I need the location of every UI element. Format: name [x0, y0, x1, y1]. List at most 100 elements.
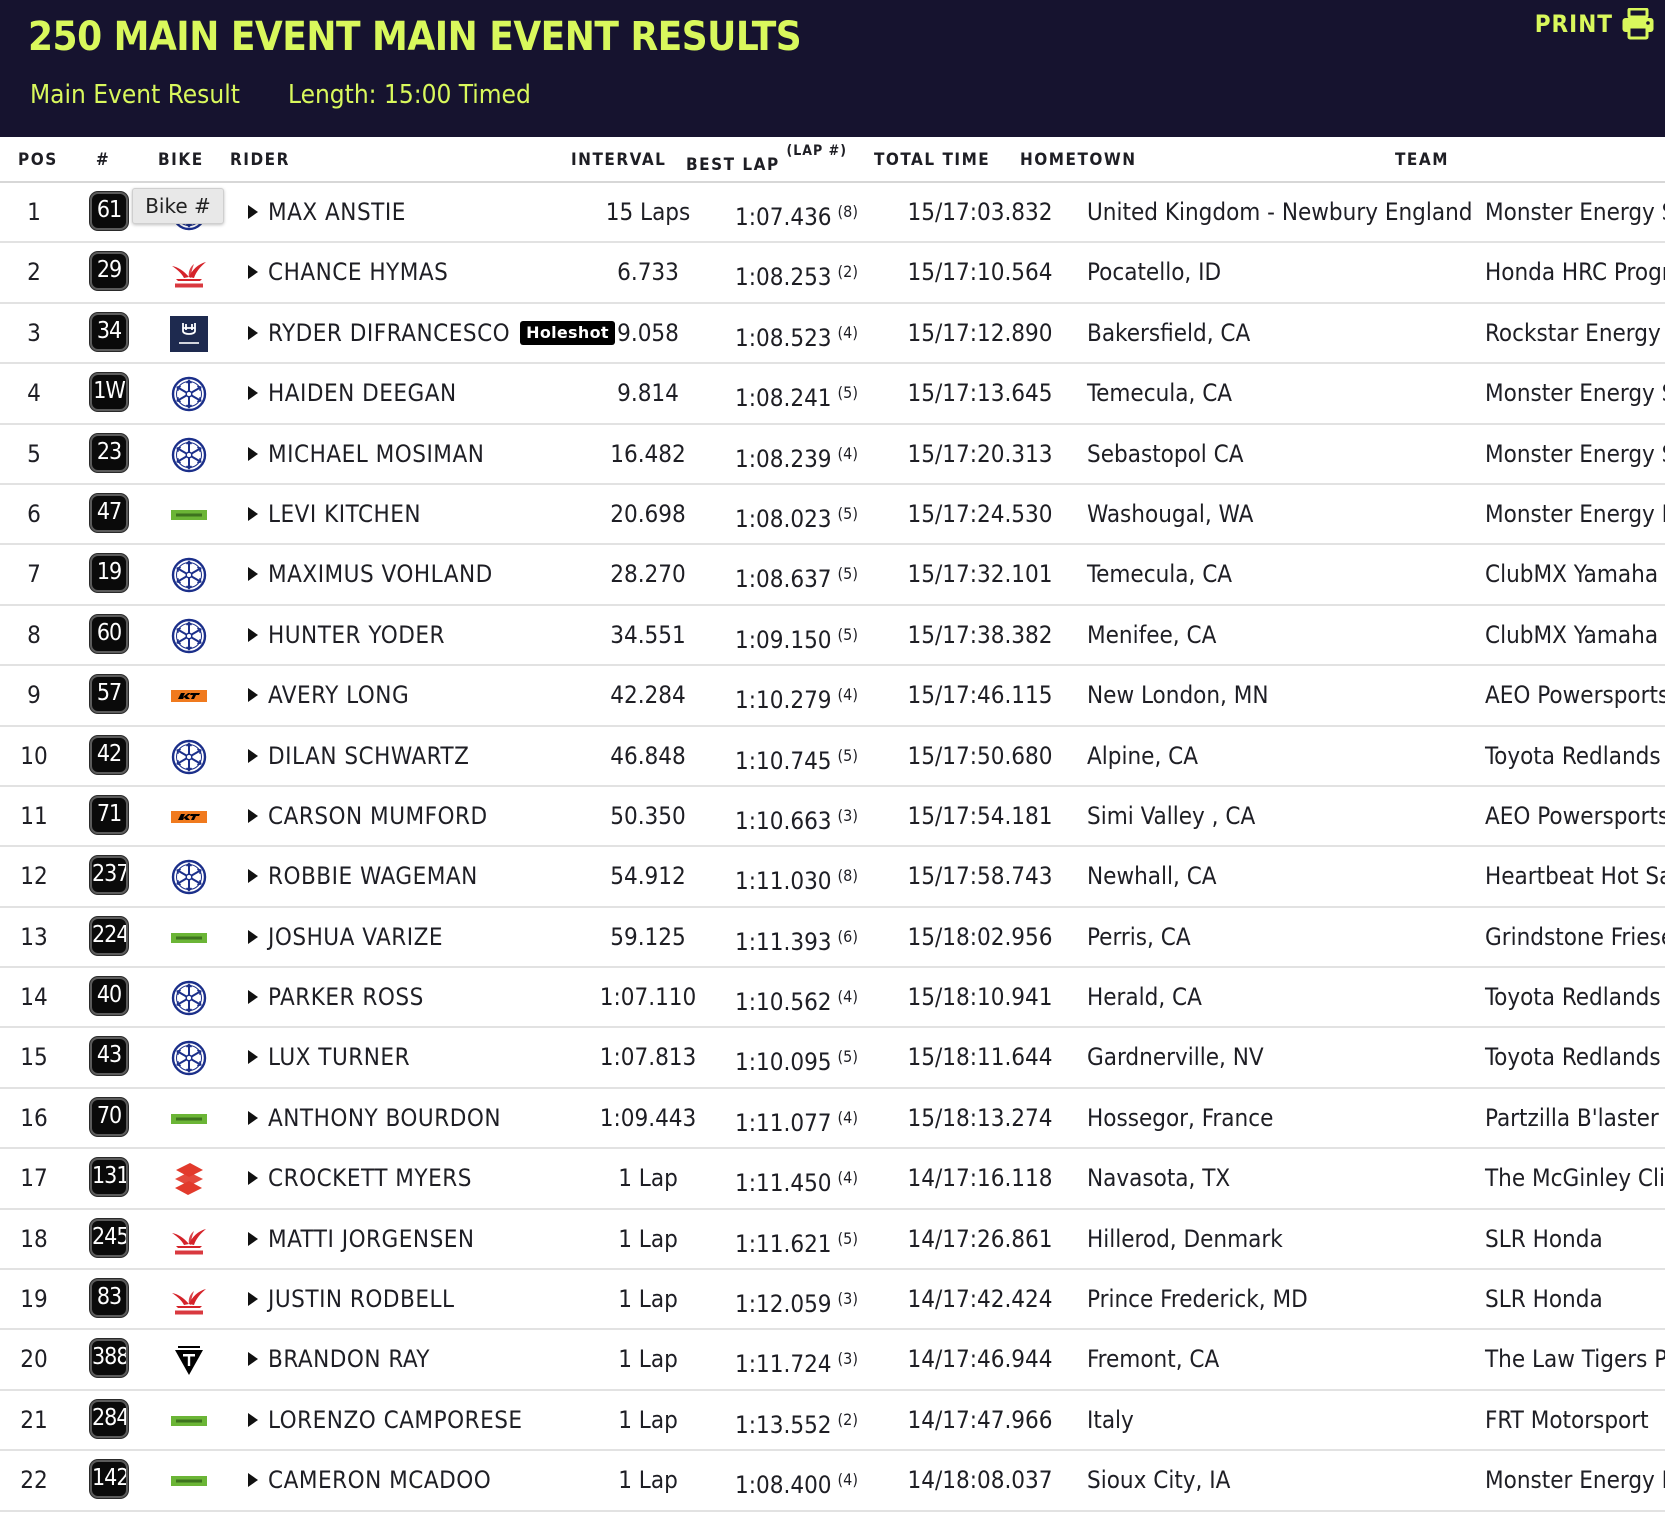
team-cell: Grindstone Friese — [1485, 922, 1665, 951]
position-cell: 3 — [27, 318, 41, 347]
yamaha-logo-icon — [170, 557, 208, 593]
table-row: 18 245 MATTI JORGENSEN 1 Lap 1:11.621 (5) 14/1… — [0, 1210, 1665, 1271]
bike-number-badge[interactable]: 34 — [90, 312, 128, 351]
hometown-cell: Prince Frederick, MD — [1087, 1285, 1308, 1314]
bike-number-badge[interactable]: 61 — [90, 192, 128, 230]
bike-number-badge[interactable]: 47 — [90, 493, 128, 532]
col-header-pos[interactable]: POS — [18, 150, 58, 170]
rider-cell[interactable]: LEVI KITCHEN — [248, 485, 421, 543]
rider-cell[interactable]: DILAN SCHWARTZ — [248, 727, 469, 785]
rider-cell[interactable]: ROBBIE WAGEMAN — [248, 847, 478, 905]
table-row: 14 40 PARKER ROSS 1:07.110 1:10.562 (4) 15/18:… — [0, 968, 1665, 1029]
rider-cell[interactable]: HUNTER YODER — [248, 606, 445, 664]
expand-arrow-icon — [248, 205, 258, 219]
kawasaki-logo-icon — [170, 1101, 208, 1137]
hometown-cell: Perris, CA — [1087, 922, 1191, 951]
position-cell: 22 — [20, 1466, 48, 1495]
honda-logo-icon — [170, 1282, 208, 1318]
best-lap-time: 1:11.724 — [735, 1350, 832, 1379]
bike-number-badge[interactable]: 1W — [90, 373, 128, 412]
bike-number-badge[interactable]: 284 — [90, 1399, 128, 1438]
bike-number-badge[interactable]: 19 — [90, 554, 128, 593]
position-cell: 1 — [27, 198, 41, 226]
rider-cell[interactable]: CHANCE HYMAS — [248, 243, 448, 301]
bike-number-badge[interactable]: 29 — [90, 252, 128, 291]
rider-cell[interactable]: MICHAEL MOSIMAN — [248, 425, 484, 483]
total-time-cell: 15/17:24.530 — [907, 499, 1053, 528]
best-lap-cell: 1:08.523 (4) — [735, 304, 858, 362]
total-time-cell: 15/17:03.832 — [907, 198, 1053, 226]
interval-cell: 28.270 — [610, 560, 686, 589]
print-button[interactable]: PRINT — [1535, 8, 1655, 40]
rider-name: JOSHUA VARIZE — [268, 922, 444, 951]
best-lap-cell: 1:11.393 (6) — [735, 908, 858, 966]
col-header-team[interactable]: TEAM — [1395, 150, 1449, 170]
rider-cell[interactable]: JUSTIN RODBELL — [248, 1270, 455, 1328]
bike-number-badge[interactable]: 83 — [90, 1279, 128, 1318]
bike-number-badge[interactable]: 388 — [90, 1339, 128, 1378]
bike-number-badge[interactable]: 43 — [90, 1037, 128, 1076]
best-lap-cell: 1:11.724 (3) — [735, 1330, 858, 1388]
bike-number-badge[interactable]: 70 — [90, 1097, 128, 1136]
best-lap-number: (2) — [837, 1409, 858, 1429]
rider-cell[interactable]: HAIDEN DEEGAN — [248, 364, 457, 422]
table-row: 5 23 MICHAEL MOSIMAN 16.482 1:08.239 (4) 15/17… — [0, 425, 1665, 485]
total-time-cell: 15/17:12.890 — [907, 318, 1053, 347]
rider-cell[interactable]: RYDER DIFRANCESCO Holeshot — [248, 304, 615, 362]
rider-cell[interactable]: BRANDON RAY — [248, 1330, 430, 1388]
col-header-rider[interactable]: RIDER — [230, 150, 290, 170]
col-header-best-lap[interactable]: BEST LAP (LAP #) — [686, 143, 847, 175]
bike-number-badge[interactable]: 131 — [90, 1158, 128, 1197]
position-cell: 5 — [27, 439, 41, 468]
hometown-cell: Pocatello, ID — [1087, 258, 1222, 287]
best-lap-number: (5) — [837, 1228, 858, 1248]
total-time-cell: 15/17:54.181 — [907, 801, 1053, 830]
rider-cell[interactable]: AVERY LONG — [248, 666, 409, 724]
col-header-interval[interactable]: INTERVAL — [571, 150, 666, 170]
table-row: 19 83 JUSTIN RODBELL 1 Lap 1:12.059 (3) 14/17:… — [0, 1270, 1665, 1331]
bike-number-badge[interactable]: 23 — [90, 433, 128, 472]
rider-cell[interactable]: MATTI JORGENSEN — [248, 1210, 475, 1268]
rider-cell[interactable]: PARKER ROSS — [248, 968, 424, 1026]
best-lap-time: 1:10.562 — [735, 988, 832, 1017]
rider-name: ROBBIE WAGEMAN — [268, 862, 478, 891]
rider-name: LEVI KITCHEN — [268, 499, 422, 528]
yamaha-logo-icon — [170, 739, 208, 775]
suzuki-logo-icon — [170, 1161, 208, 1197]
bike-number-badge[interactable]: 245 — [90, 1218, 128, 1257]
rider-cell[interactable]: MAX ANSTIE — [248, 183, 406, 241]
bike-number-badge[interactable]: 60 — [90, 614, 128, 653]
rider-cell[interactable]: MAXIMUS VOHLAND — [248, 545, 493, 603]
yamaha-logo-icon — [170, 618, 208, 654]
bike-number-badge[interactable]: 224 — [90, 916, 128, 955]
bike-number-badge[interactable]: 142 — [90, 1460, 128, 1499]
rider-cell[interactable]: LUX TURNER — [248, 1028, 410, 1086]
col-header-bike[interactable]: BIKE — [158, 150, 204, 170]
bike-number-badge[interactable]: 57 — [90, 675, 128, 714]
table-row: 11 71 CARSON MUMFORD 50.350 1:10.663 (3) 15/17… — [0, 787, 1665, 848]
col-header-total-time[interactable]: TOTAL TIME — [874, 150, 990, 170]
bike-number-badge[interactable]: 71 — [90, 795, 128, 834]
best-lap-number: (4) — [837, 1107, 858, 1127]
hometown-cell: Hillerod, Denmark — [1087, 1224, 1283, 1253]
team-cell: The McGinley Clin — [1485, 1164, 1665, 1193]
hometown-cell: United Kingdom - Newbury England — [1087, 198, 1473, 226]
rider-cell[interactable]: CARSON MUMFORD — [248, 787, 488, 845]
best-lap-number: (3) — [837, 1349, 858, 1369]
col-header-number[interactable]: # — [96, 150, 110, 170]
bike-number-badge[interactable]: 237 — [90, 856, 128, 895]
rider-cell[interactable]: CROCKETT MYERS — [248, 1149, 472, 1207]
bike-number-badge[interactable]: 40 — [90, 977, 128, 1016]
col-header-hometown[interactable]: HOMETOWN — [1020, 150, 1137, 170]
expand-arrow-icon — [248, 386, 258, 401]
position-cell: 18 — [20, 1224, 48, 1253]
best-lap-time: 1:10.095 — [735, 1048, 832, 1077]
interval-cell: 16.482 — [610, 439, 686, 468]
rider-cell[interactable]: CAMERON MCADOO — [248, 1451, 491, 1509]
rider-cell[interactable]: ANTHONY BOURDON — [248, 1089, 501, 1147]
rider-cell[interactable]: LORENZO CAMPORESE — [248, 1391, 523, 1449]
bike-number-badge[interactable]: 42 — [90, 735, 128, 774]
best-lap-number: (5) — [837, 564, 858, 584]
rider-cell[interactable]: JOSHUA VARIZE — [248, 908, 443, 966]
best-lap-number: (6) — [837, 926, 858, 946]
